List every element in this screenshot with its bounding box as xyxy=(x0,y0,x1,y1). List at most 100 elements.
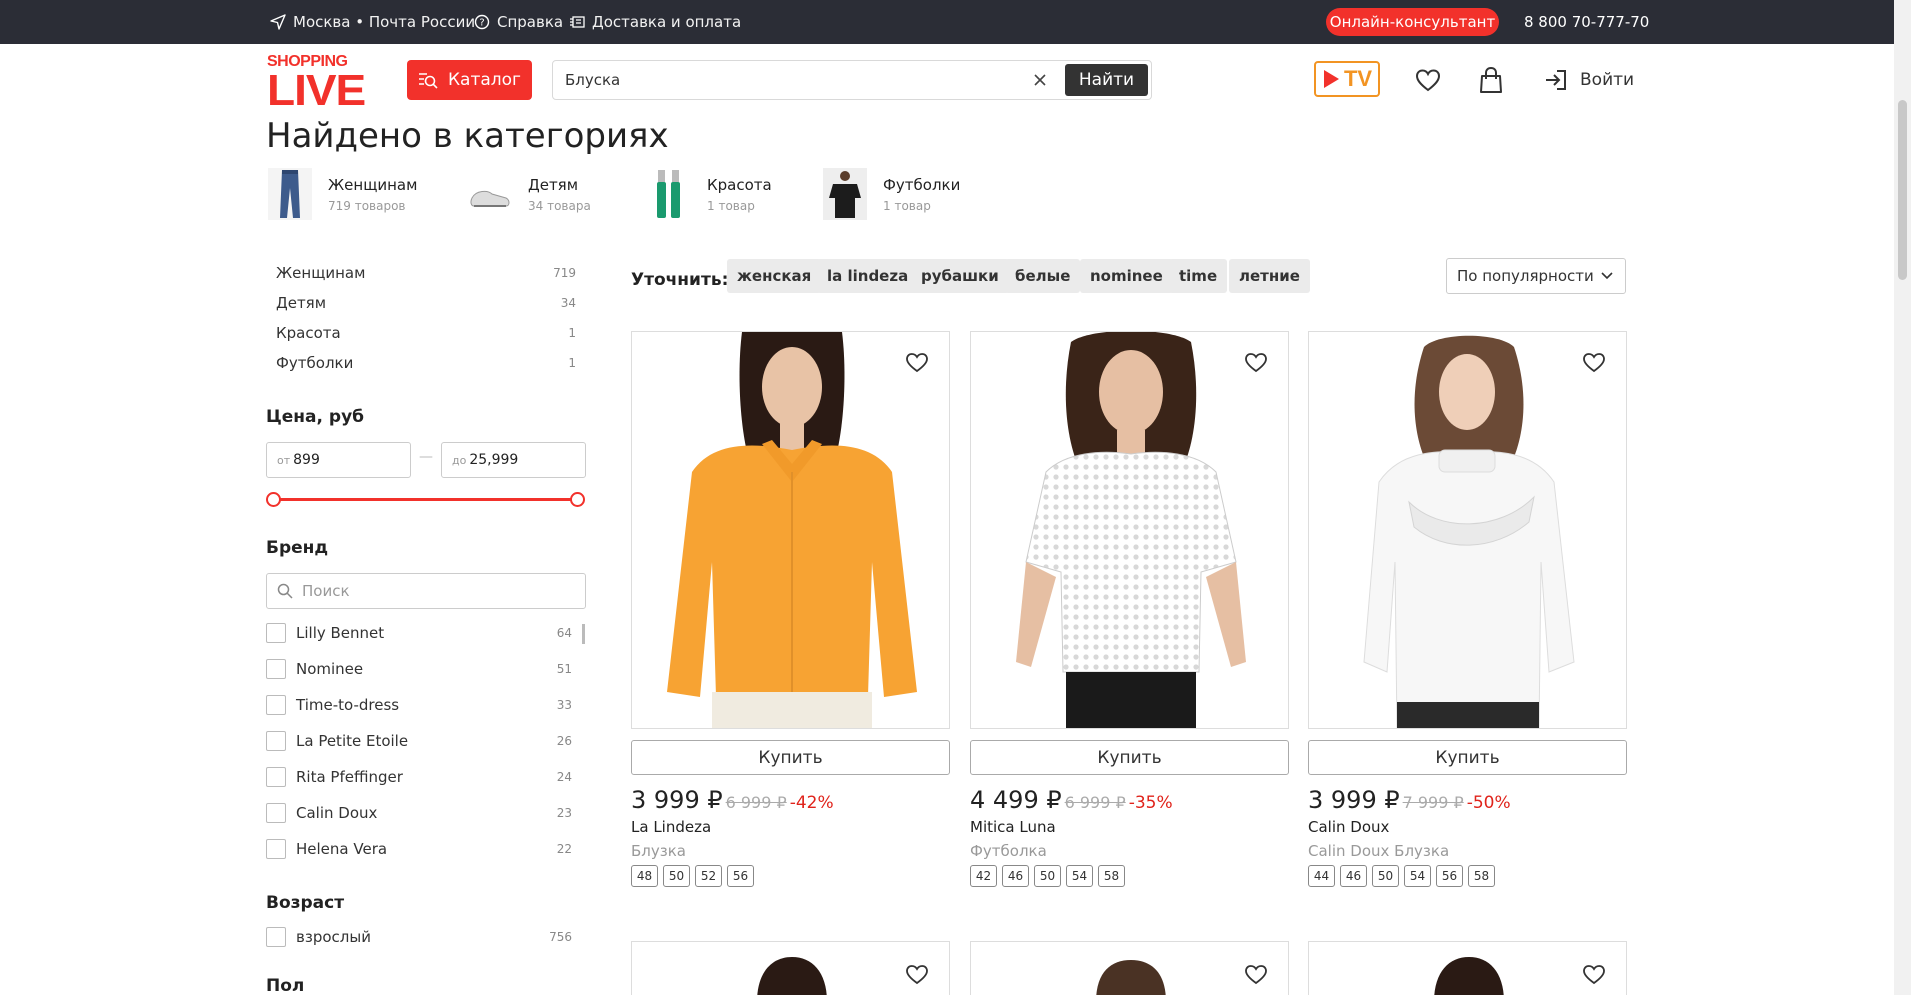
shopping-bag-icon[interactable] xyxy=(1477,66,1505,94)
sidebar-category-women[interactable]: Женщинам 719 xyxy=(276,264,576,284)
size-chip[interactable]: 44 xyxy=(1308,865,1335,887)
play-icon xyxy=(1323,70,1339,88)
sidebar-category-label: Красота xyxy=(276,324,341,342)
product-card-partial[interactable] xyxy=(1308,941,1627,995)
sidebar-category-label: Футболки xyxy=(276,354,354,372)
brand-checkbox[interactable] xyxy=(266,695,286,715)
price-to-input[interactable]: до 25,999 xyxy=(441,442,586,478)
brand-option[interactable]: Helena Vera 22 xyxy=(266,839,572,859)
top-bar: Москва • Почта России ? Справка Доставка… xyxy=(0,0,1894,44)
size-chip[interactable]: 58 xyxy=(1468,865,1495,887)
brand-search-input[interactable]: Поиск xyxy=(266,573,586,609)
shopping-live-logo[interactable]: SHOPPING LIVE xyxy=(267,54,366,112)
brand-option[interactable]: Lilly Bennet 64 xyxy=(266,623,572,643)
add-to-favorites-heart-icon[interactable] xyxy=(905,962,929,986)
product-brand[interactable]: Mitica Luna xyxy=(970,818,1056,836)
delivery-link[interactable]: Доставка и оплата xyxy=(569,0,741,44)
price-min-handle[interactable] xyxy=(266,492,281,507)
sidebar-category-beauty[interactable]: Красота 1 xyxy=(276,324,576,344)
category-tshirts[interactable]: Футболки 1 товар xyxy=(823,168,960,220)
age-checkbox[interactable] xyxy=(266,927,286,947)
size-chip[interactable]: 50 xyxy=(663,865,690,887)
refine-tag[interactable]: белые xyxy=(1005,259,1081,293)
category-beauty[interactable]: Красота 1 товар xyxy=(647,168,772,220)
product-image[interactable] xyxy=(631,331,950,729)
price-max-handle[interactable] xyxy=(570,492,585,507)
size-chip[interactable]: 46 xyxy=(1002,865,1029,887)
product-card-partial[interactable] xyxy=(631,941,950,995)
brand-checkbox[interactable] xyxy=(266,839,286,859)
size-chip[interactable]: 48 xyxy=(631,865,658,887)
sort-select[interactable]: По популярности xyxy=(1446,258,1626,294)
refine-tag[interactable]: рубашки xyxy=(911,259,1009,293)
refine-tag[interactable]: la lindeza xyxy=(817,259,919,293)
brand-label: Helena Vera xyxy=(296,840,388,858)
brand-count: 33 xyxy=(556,698,572,712)
add-to-favorites-heart-icon[interactable] xyxy=(1244,962,1268,986)
brand-checkbox[interactable] xyxy=(266,659,286,679)
size-chip[interactable]: 56 xyxy=(727,865,754,887)
brand-label: Nominee xyxy=(296,660,364,678)
sidebar-category-tshirts[interactable]: Футболки 1 xyxy=(276,354,576,374)
size-chip[interactable]: 42 xyxy=(970,865,997,887)
category-women[interactable]: Женщинам 719 товаров xyxy=(268,168,417,220)
price-range-track[interactable] xyxy=(273,498,577,501)
favorites-heart-icon[interactable] xyxy=(1414,66,1442,94)
refine-tag[interactable]: nominee xyxy=(1080,259,1173,293)
online-consultant-button[interactable]: Онлайн-консультант xyxy=(1326,8,1499,36)
sidebar-category-kids[interactable]: Детям 34 xyxy=(276,294,576,314)
refine-tag[interactable]: time xyxy=(1169,259,1228,293)
product-card-partial[interactable] xyxy=(970,941,1289,995)
brand-label: Time-to-dress xyxy=(296,696,400,714)
help-link[interactable]: ? Справка xyxy=(474,0,563,44)
add-to-favorites-heart-icon[interactable] xyxy=(905,350,929,374)
brand-checkbox[interactable] xyxy=(266,803,286,823)
search-input[interactable]: Блуска xyxy=(565,61,620,99)
category-kids[interactable]: Детям 34 товара xyxy=(468,168,591,220)
brand-option[interactable]: La Petite Etoile 26 xyxy=(266,731,572,751)
shopping-live-tv-button[interactable]: TV xyxy=(1314,61,1380,97)
brand-checkbox[interactable] xyxy=(266,731,286,751)
location-link[interactable]: Москва • Почта России xyxy=(270,0,475,44)
buy-button[interactable]: Купить xyxy=(1308,740,1627,775)
size-chip[interactable]: 50 xyxy=(1372,865,1399,887)
clear-search-icon[interactable] xyxy=(1031,71,1049,89)
phone-number[interactable]: 8 800 70-777-70 xyxy=(1524,0,1649,44)
size-chip[interactable]: 56 xyxy=(1436,865,1463,887)
brand-checkbox[interactable] xyxy=(266,767,286,787)
add-to-favorites-heart-icon[interactable] xyxy=(1582,962,1606,986)
size-chip[interactable]: 54 xyxy=(1404,865,1431,887)
size-list: 48 50 52 56 xyxy=(631,865,759,887)
size-chip[interactable]: 58 xyxy=(1098,865,1125,887)
login-button[interactable]: Войти xyxy=(1544,64,1634,96)
size-chip[interactable]: 54 xyxy=(1066,865,1093,887)
buy-button[interactable]: Купить xyxy=(970,740,1289,775)
price-from-input[interactable]: от 899 xyxy=(266,442,411,478)
add-to-favorites-heart-icon[interactable] xyxy=(1244,350,1268,374)
brand-option[interactable]: Time-to-dress 33 xyxy=(266,695,572,715)
brand-option[interactable]: Nominee 51 xyxy=(266,659,572,679)
find-button[interactable]: Найти xyxy=(1065,64,1148,96)
brand-list-scrollbar[interactable] xyxy=(582,624,585,644)
age-label: взрослый xyxy=(296,928,371,946)
refine-tag[interactable]: женская xyxy=(727,259,822,293)
size-chip[interactable]: 46 xyxy=(1340,865,1367,887)
catalog-button[interactable]: Каталог xyxy=(407,60,532,100)
help-icon: ? xyxy=(474,14,490,30)
product-image[interactable] xyxy=(1308,331,1627,729)
age-option[interactable]: взрослый 756 xyxy=(266,927,572,947)
brand-option[interactable]: Calin Doux 23 xyxy=(266,803,572,823)
page-scrollbar[interactable] xyxy=(1894,0,1911,995)
size-chip[interactable]: 50 xyxy=(1034,865,1061,887)
product-image[interactable] xyxy=(970,331,1289,729)
scrollbar-thumb[interactable] xyxy=(1898,100,1907,280)
add-to-favorites-heart-icon[interactable] xyxy=(1582,350,1606,374)
brand-checkbox[interactable] xyxy=(266,623,286,643)
buy-button[interactable]: Купить xyxy=(631,740,950,775)
size-chip[interactable]: 52 xyxy=(695,865,722,887)
refine-tag[interactable]: летние xyxy=(1229,259,1310,293)
product-brand[interactable]: Calin Doux xyxy=(1308,818,1389,836)
brand-option[interactable]: Rita Pfeffinger 24 xyxy=(266,767,572,787)
discount-badge: -42% xyxy=(789,793,834,813)
product-brand[interactable]: La Lindeza xyxy=(631,818,711,836)
